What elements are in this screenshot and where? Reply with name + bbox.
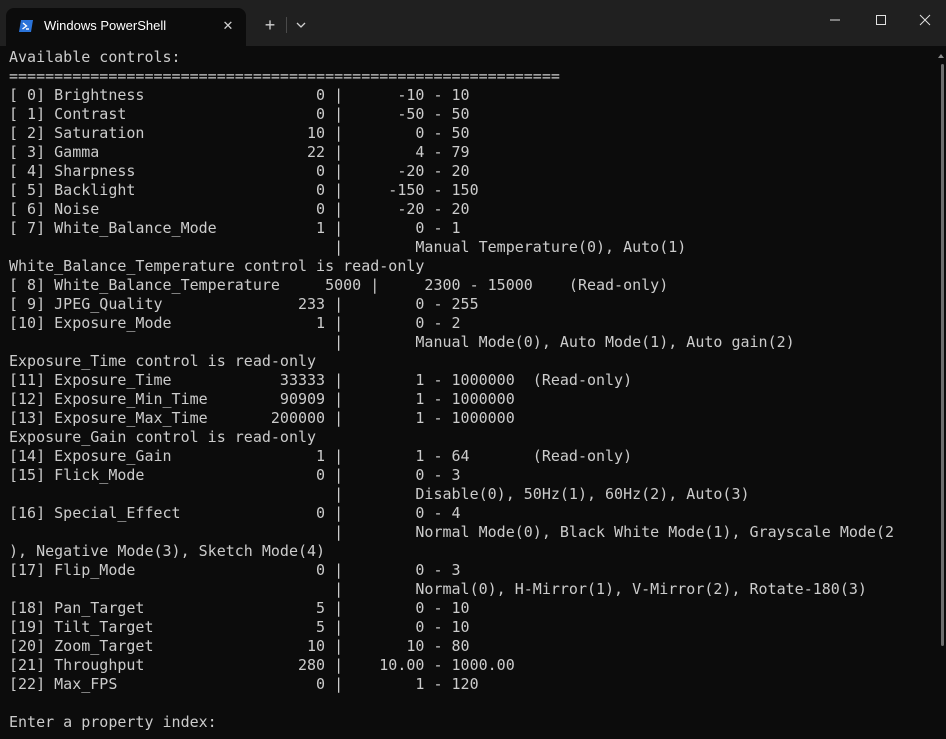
- powershell-window: Windows PowerShell ✕ + Available control…: [0, 0, 946, 739]
- tab-windows-powershell[interactable]: Windows PowerShell ✕: [6, 8, 246, 46]
- terminal-line: [21] Throughput 280 | 10.00 - 1000.00: [9, 656, 515, 674]
- scrollbar-thumb[interactable]: [941, 64, 944, 646]
- terminal-line: [ 0] Brightness 0 | -10 - 10: [9, 86, 470, 104]
- terminal-output[interactable]: Available controls: =====================…: [9, 48, 937, 739]
- terminal-line: [ 9] JPEG_Quality 233 | 0 - 255: [9, 295, 479, 313]
- terminal-line: Exposure_Time control is read-only: [9, 352, 317, 370]
- minimize-icon[interactable]: [812, 0, 858, 40]
- chevron-down-icon[interactable]: [290, 12, 312, 38]
- terminal-line: [22] Max_FPS 0 | 1 - 120: [9, 675, 479, 693]
- tab-title: Windows PowerShell: [44, 18, 167, 33]
- terminal-line: [10] Exposure_Mode 1 | 0 - 2: [9, 314, 461, 332]
- close-icon[interactable]: [904, 0, 946, 40]
- terminal-line: [ 3] Gamma 22 | 4 - 79: [9, 143, 470, 161]
- terminal-line: [ 7] White_Balance_Mode 1 | 0 - 1: [9, 219, 461, 237]
- title-bar[interactable]: Windows PowerShell ✕ +: [0, 0, 946, 46]
- terminal-line: [ 4] Sharpness 0 | -20 - 20: [9, 162, 470, 180]
- terminal-line: | Normal Mode(0), Black White Mode(1), G…: [9, 523, 895, 541]
- terminal-line: [20] Zoom_Target 10 | 10 - 80: [9, 637, 470, 655]
- terminal-line: [19] Tilt_Target 5 | 0 - 10: [9, 618, 470, 636]
- terminal-line: [16] Special_Effect 0 | 0 - 4: [9, 504, 461, 522]
- terminal-line: | Manual Mode(0), Auto Mode(1), Auto gai…: [9, 333, 795, 351]
- terminal-line: [ 5] Backlight 0 | -150 - 150: [9, 181, 479, 199]
- terminal-line: [ 2] Saturation 10 | 0 - 50: [9, 124, 470, 142]
- terminal-line: Enter a property index:: [9, 713, 217, 731]
- terminal-line: [18] Pan_Target 5 | 0 - 10: [9, 599, 470, 617]
- terminal-line: [15] Flick_Mode 0 | 0 - 3: [9, 466, 461, 484]
- maximize-icon[interactable]: [858, 0, 904, 40]
- powershell-icon: [19, 20, 33, 32]
- terminal-line: [17] Flip_Mode 0 | 0 - 3: [9, 561, 461, 579]
- terminal-line: | Disable(0), 50Hz(1), 60Hz(2), Auto(3): [9, 485, 750, 503]
- tab-separator: [286, 17, 287, 33]
- terminal-line: [ 8] White_Balance_Temperature 5000 | 23…: [9, 276, 669, 294]
- terminal-line: [ 1] Contrast 0 | -50 - 50: [9, 105, 470, 123]
- terminal-line: | Normal(0), H-Mirror(1), V-Mirror(2), R…: [9, 580, 867, 598]
- close-icon[interactable]: ✕: [219, 17, 237, 35]
- terminal-line: [ 6] Noise 0 | -20 - 20: [9, 200, 470, 218]
- terminal-line: ), Negative Mode(3), Sketch Mode(4): [9, 542, 326, 560]
- terminal-line: White_Balance_Temperature control is rea…: [9, 257, 425, 275]
- terminal-line: [14] Exposure_Gain 1 | 1 - 64 (Read-only…: [9, 447, 633, 465]
- terminal-line: [11] Exposure_Time 33333 | 1 - 1000000 (…: [9, 371, 633, 389]
- terminal-line: Available controls:: [9, 48, 181, 66]
- terminal-line: [12] Exposure_Min_Time 90909 | 1 - 10000…: [9, 390, 515, 408]
- terminal-line: Exposure_Gain control is read-only: [9, 428, 317, 446]
- terminal-line: [13] Exposure_Max_Time 200000 | 1 - 1000…: [9, 409, 515, 427]
- new-tab-button[interactable]: +: [257, 12, 283, 38]
- terminal-line: | Manual Temperature(0), Auto(1): [9, 238, 687, 256]
- terminal-line: ========================================…: [9, 67, 560, 85]
